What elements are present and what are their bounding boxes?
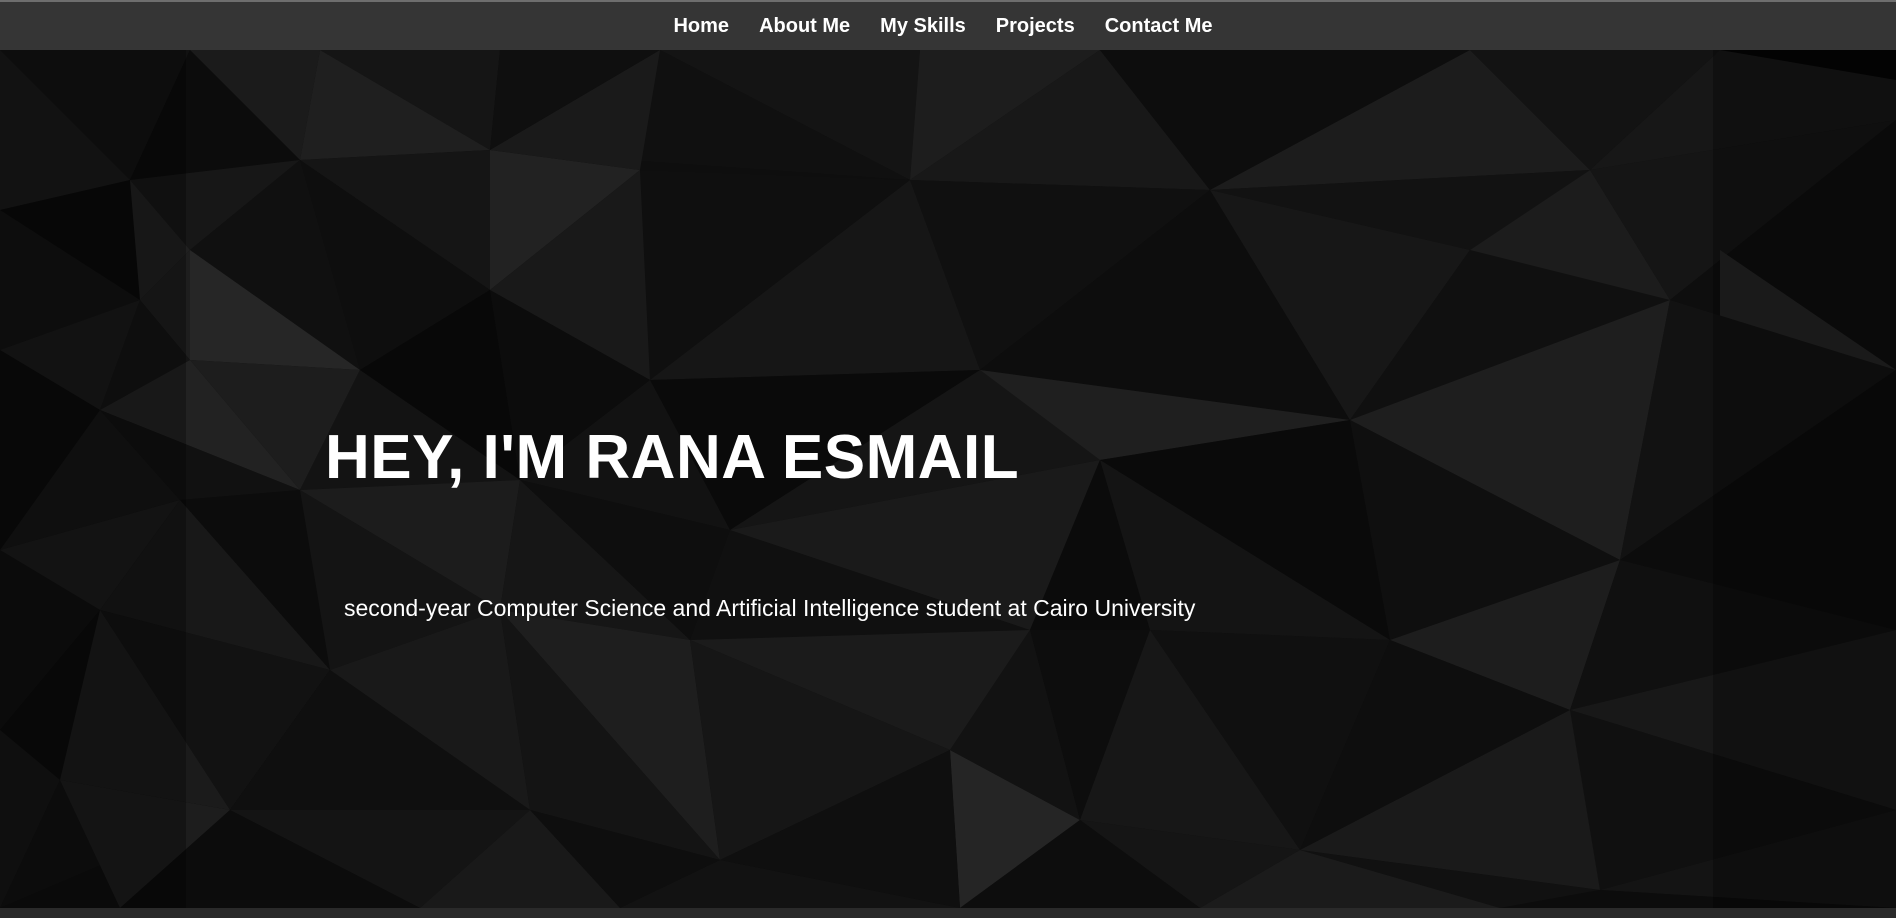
nav-link-my-skills[interactable]: My Skills <box>880 15 966 37</box>
nav-item-projects: Projects <box>996 15 1075 38</box>
nav-list: Home About Me My Skills Projects Contact… <box>673 15 1212 38</box>
nav-link-about-me[interactable]: About Me <box>759 15 850 37</box>
bottom-border-strip <box>0 908 1896 918</box>
hero-subtitle: second-year Computer Science and Artific… <box>344 595 1196 621</box>
hero-section: HEY, I'M RANA ESMAIL second-year Compute… <box>0 50 1896 908</box>
nav-link-home[interactable]: Home <box>673 15 729 37</box>
hero-title: HEY, I'M RANA ESMAIL <box>325 423 1020 492</box>
nav-item-home: Home <box>673 15 729 38</box>
nav-item-about: About Me <box>759 15 850 38</box>
navbar: Home About Me My Skills Projects Contact… <box>0 2 1896 50</box>
nav-link-contact-me[interactable]: Contact Me <box>1105 15 1213 37</box>
nav-link-projects[interactable]: Projects <box>996 15 1075 37</box>
right-shade-panel <box>1713 50 1896 908</box>
nav-item-skills: My Skills <box>880 15 966 38</box>
nav-item-contact: Contact Me <box>1105 15 1213 38</box>
left-shade-panel <box>0 50 186 908</box>
